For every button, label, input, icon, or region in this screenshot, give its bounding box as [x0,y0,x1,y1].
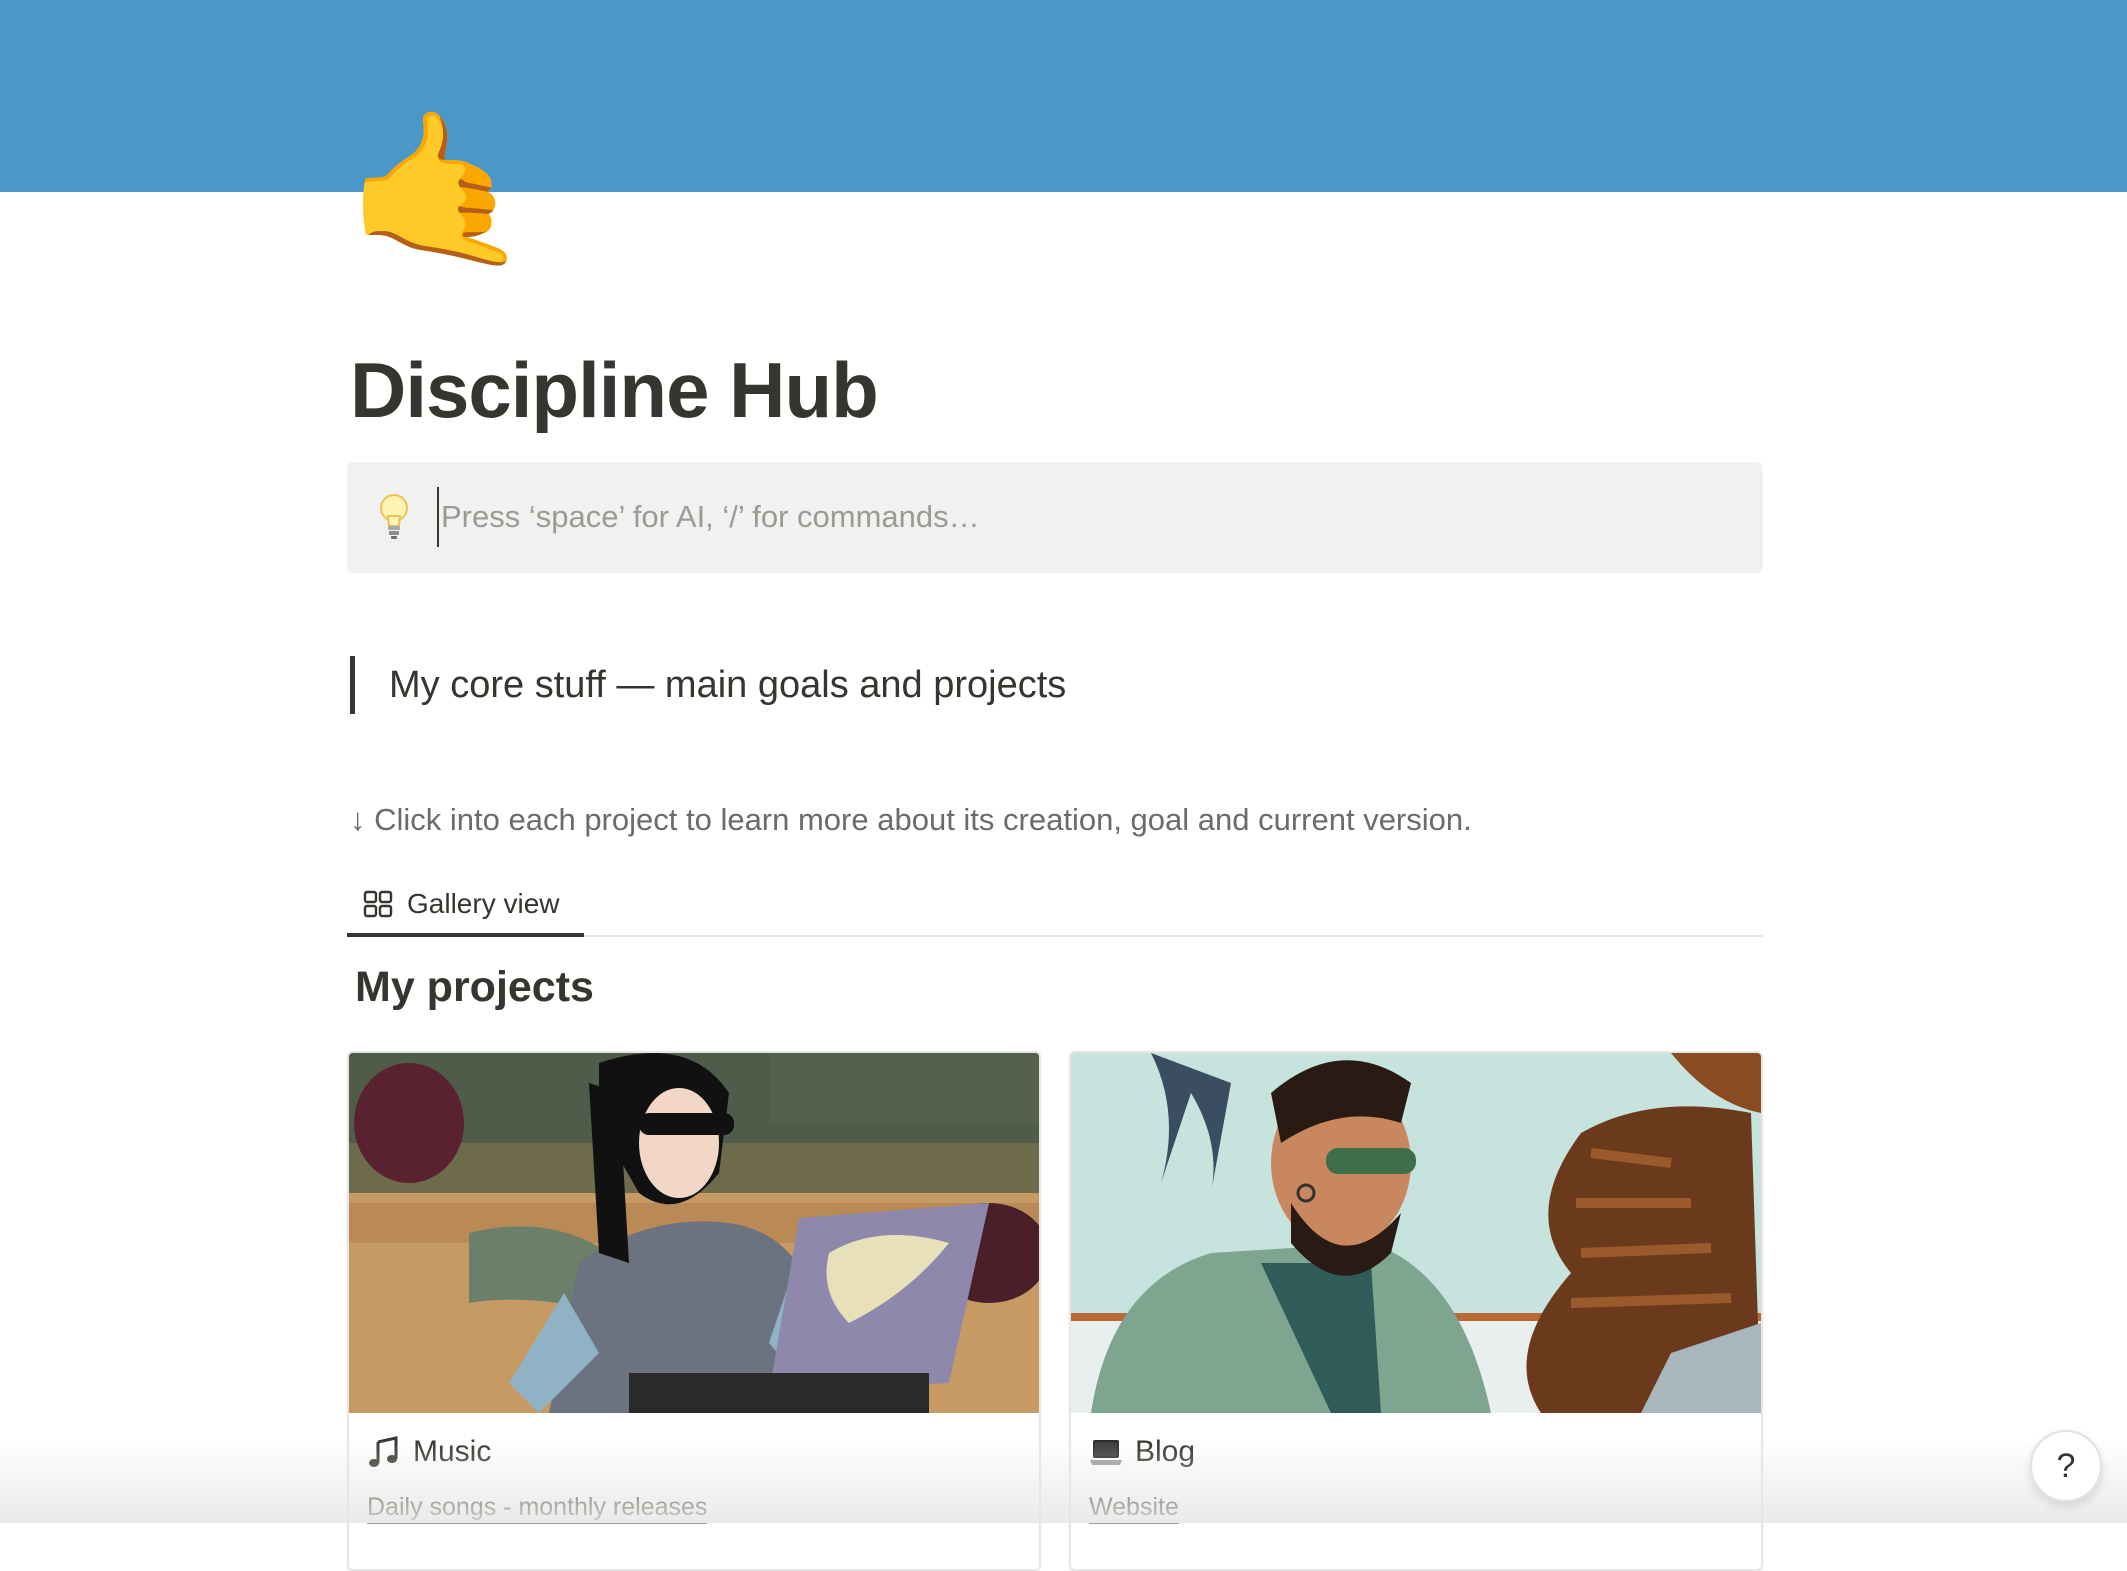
card-subtitle: Website [1089,1493,1179,1524]
page-title[interactable]: Discipline Hub [350,345,879,436]
call-me-hand-icon[interactable]: 🤙 [345,105,532,275]
project-card-blog[interactable]: Blog Website [1069,1051,1763,1571]
card-title-row: Blog [1089,1431,1195,1473]
card-title: Music [413,1435,492,1468]
view-tabs: Gallery view [347,875,1763,937]
bottom-fade [0,1440,2127,1523]
musical-notes-icon [369,1436,398,1467]
card-cover-image [349,1053,1039,1413]
section-title[interactable]: My projects [355,963,594,1012]
page-cover[interactable] [0,0,2127,192]
laptop-icon [1090,1440,1122,1465]
lightbulb-icon [380,494,408,539]
tab-label: Gallery view [407,888,560,919]
card-subtitle: Daily songs - monthly releases [367,1493,708,1524]
card-title-row: Music [367,1431,491,1473]
tab-gallery-view[interactable]: Gallery view [347,875,584,937]
hint-text[interactable]: ↓ Click into each project to learn more … [350,802,1472,838]
ai-command-input[interactable] [437,487,1737,547]
ai-command-bar[interactable] [347,462,1763,573]
gallery-grid-icon [363,890,393,918]
quote-block[interactable]: My core stuff — main goals and projects [350,656,1066,714]
card-title: Blog [1135,1435,1196,1468]
card-cover-image [1071,1053,1761,1413]
project-card-music[interactable]: Music Daily songs - monthly releases [347,1051,1041,1571]
help-button[interactable]: ? [2030,1430,2102,1502]
